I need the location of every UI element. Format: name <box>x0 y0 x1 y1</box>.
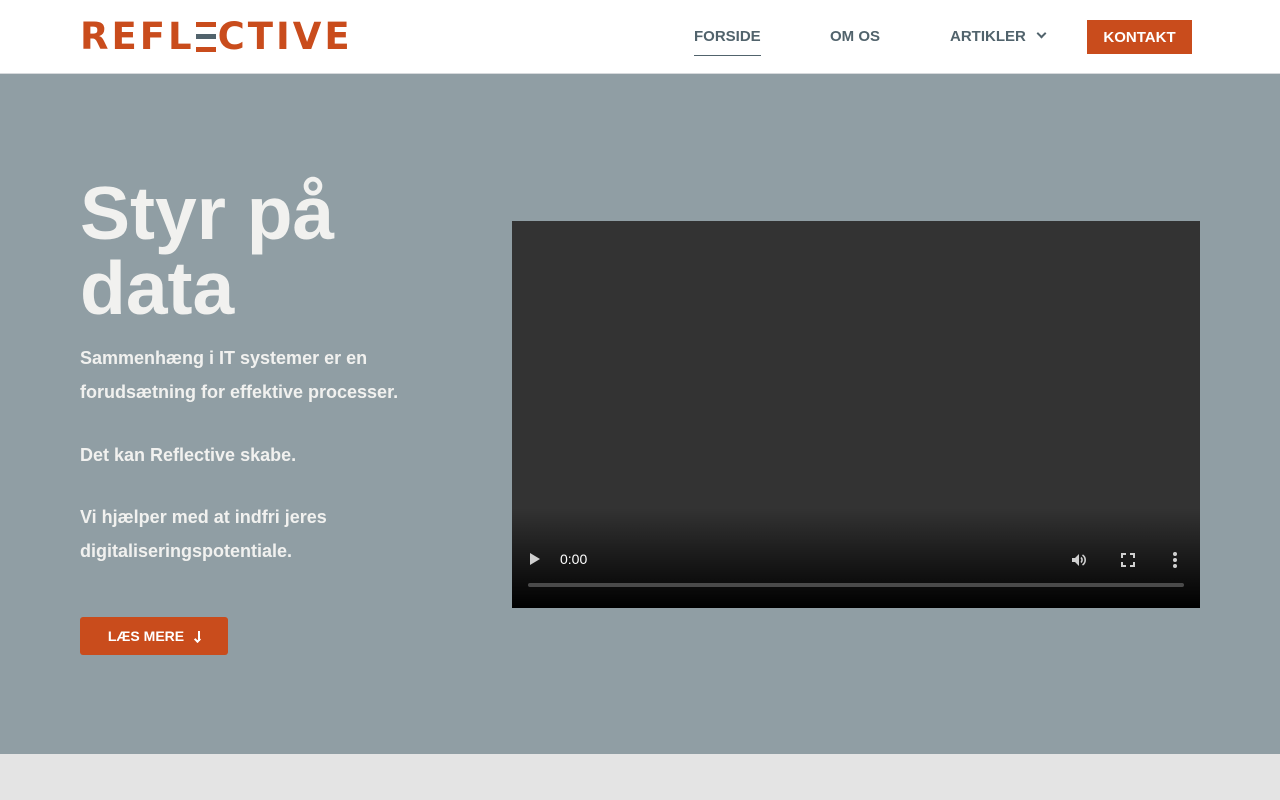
hero-paragraph-3: Vi hjælper med at indfri jeres digitalis… <box>80 507 327 561</box>
chevron-down-icon <box>1036 28 1047 39</box>
play-icon[interactable] <box>530 553 540 565</box>
contact-button[interactable]: KONTAKT <box>1087 20 1192 54</box>
read-more-label: LÆS MERE <box>107 628 185 644</box>
read-more-button[interactable]: LÆS MERE <box>80 617 228 655</box>
video-progress-bar[interactable] <box>528 583 1184 587</box>
logo-text-left: REFL <box>80 15 195 58</box>
video-controls-gradient <box>512 508 1200 608</box>
next-section <box>0 754 1280 800</box>
hero-paragraph-1: Sammenhæng i IT systemer er en forudsætn… <box>80 348 399 402</box>
logo-text-right: CTIVE <box>217 15 353 58</box>
nav-item-forside[interactable]: FORSIDE <box>694 28 761 56</box>
nav-item-artikler-label: ARTIKLER <box>950 28 1026 45</box>
logo-e-mark <box>195 22 216 52</box>
hero-paragraph-2: Det kan Reflective skabe. <box>80 445 297 465</box>
hero-title: Styr på data <box>80 171 335 330</box>
hero-section: Styr på data Sammenhæng i IT systemer er… <box>0 74 1280 754</box>
volume-icon[interactable] <box>1070 551 1088 569</box>
arrow-down-icon <box>198 631 201 641</box>
more-options-icon[interactable] <box>1172 551 1178 569</box>
video-player[interactable]: 0:00 <box>512 221 1200 608</box>
nav-item-artikler[interactable]: ARTIKLER <box>950 28 1047 45</box>
nav-item-om-os[interactable]: OM OS <box>830 28 880 45</box>
site-header: REFL CTIVE FORSIDE OM OS ARTIKLER KONTAK… <box>0 0 1280 74</box>
fullscreen-icon[interactable] <box>1120 552 1136 568</box>
brand-logo[interactable]: REFL CTIVE <box>80 15 353 58</box>
video-time: 0:00 <box>560 551 588 567</box>
